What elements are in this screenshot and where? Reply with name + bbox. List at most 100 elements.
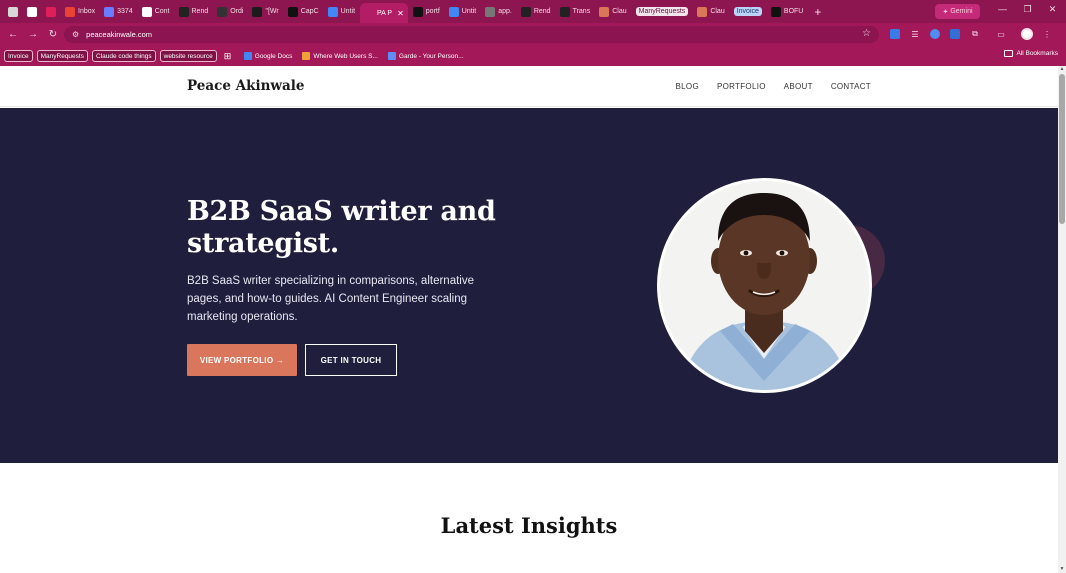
render-icon (178, 6, 189, 17)
claude-icon (599, 6, 610, 17)
browser-tab[interactable] (4, 3, 22, 20)
new-tab-icon[interactable]: + (808, 5, 827, 19)
profile-photo (657, 178, 872, 393)
hero-title: B2B SaaS writer and strategist. (187, 196, 496, 259)
minimize-icon[interactable]: — (990, 4, 1015, 15)
tab-label: Untit (461, 8, 477, 15)
latest-insights-section: Latest Insights (0, 463, 1058, 573)
back-icon[interactable]: ← (3, 29, 23, 40)
site-settings-icon[interactable]: ⚙ (72, 30, 79, 39)
browser-tab[interactable]: Untit (445, 3, 480, 20)
browser-tab[interactable]: portf (409, 3, 444, 20)
google-docs-icon (243, 52, 252, 60)
get-in-touch-button[interactable]: GET IN TOUCH (305, 344, 397, 376)
section-title: Latest Insights (440, 513, 618, 538)
browser-tab[interactable]: Trans (556, 3, 595, 20)
garde-icon (387, 52, 396, 60)
bookmark-item[interactable]: Claude code things (91, 50, 156, 62)
browser-tab[interactable]: ManyRequests (632, 3, 693, 20)
profile-avatar[interactable] (1020, 27, 1034, 41)
nav-portfolio[interactable]: PORTFOLIO (717, 82, 766, 91)
list-icon[interactable]: ☰ (908, 27, 922, 41)
nav-contact[interactable]: CONTACT (831, 82, 871, 91)
tab-label: Clau (710, 8, 725, 15)
scrollbar-thumb[interactable] (1059, 74, 1065, 224)
hero-subtitle: B2B SaaS writer specializing in comparis… (187, 275, 474, 323)
browser-tab[interactable]: Invoice (730, 3, 766, 20)
slack-icon (46, 6, 56, 17)
wave-icon (104, 6, 115, 17)
address-bar[interactable]: ⚙ peaceakinwale.com ☆ (64, 26, 879, 43)
bookmark-item[interactable]: Garde - Your Person... (385, 50, 467, 62)
menu-kebab-icon[interactable]: ⋮ (1040, 27, 1054, 41)
browser-tab[interactable]: Cont (138, 3, 174, 20)
claude-icon (697, 6, 708, 17)
all-bookmarks[interactable]: All Bookmarks (1004, 50, 1058, 57)
render-icon (520, 6, 531, 17)
browser-tab[interactable] (42, 3, 60, 20)
nav-blog[interactable]: BLOG (676, 82, 699, 91)
site-brand[interactable]: Peace Akinwale (187, 78, 305, 94)
bookmark-icon (302, 52, 311, 60)
bookmark-item[interactable]: Where Web Users S... (299, 50, 381, 62)
site-header: Peace Akinwale BLOG PORTFOLIO ABOUT CONT… (0, 66, 1058, 107)
tab-label: Inbox (78, 8, 96, 15)
browser-tab[interactable] (23, 3, 41, 20)
browser-tab[interactable]: Clau (693, 3, 728, 20)
circle-icon (217, 6, 228, 17)
bookmark-item[interactable]: ⊞ (221, 50, 237, 62)
tab-label: Ordi (230, 8, 244, 15)
close-window-icon[interactable]: ✕ (1040, 4, 1065, 15)
dot-icon (559, 6, 570, 17)
bookmark-item[interactable]: website resource (159, 50, 217, 62)
gmail-icon (65, 6, 75, 17)
close-tab-icon[interactable]: ✕ (397, 9, 404, 18)
bookmark-star-icon[interactable]: ☆ (862, 28, 871, 39)
view-portfolio-button[interactable]: VIEW PORTFOLIO → (187, 344, 297, 376)
hero-section: B2B SaaS writer and strategist. B2B SaaS… (0, 108, 1058, 463)
browser-tab[interactable]: "[Wr (248, 3, 282, 20)
nav-about[interactable]: ABOUT (784, 82, 813, 91)
tab-label: "[Wr (265, 8, 279, 15)
gemini-button[interactable]: ✦ Gemini (935, 4, 980, 19)
browser-tab[interactable]: BOFU (767, 3, 807, 20)
sidepanel-icon[interactable]: ▭ (994, 27, 1008, 41)
globe-icon (485, 6, 496, 17)
extension-icon-1[interactable] (888, 27, 902, 41)
tab-label: Cont (154, 8, 170, 15)
tab-label: Rend (191, 8, 209, 15)
browser-tab[interactable]: Clau (595, 3, 630, 20)
extension-icon-3[interactable] (948, 27, 962, 41)
browser-tab[interactable]: PA P ✕ (360, 3, 408, 23)
bookmarks-bar: Invoice ManyRequests Claude code things web… (0, 46, 1066, 66)
browser-tab[interactable]: Ordi (213, 3, 247, 20)
browser-tab[interactable]: app. (481, 3, 516, 20)
window-controls: — ❐ ✕ (990, 4, 1065, 15)
reload-icon[interactable]: ↻ (43, 29, 63, 40)
scroll-down-icon[interactable]: ▼ (1058, 566, 1066, 573)
tab-label: app. (498, 8, 512, 15)
scroll-up-icon[interactable]: ▲ (1058, 66, 1066, 73)
puzzle-icon[interactable]: ⧉ (968, 27, 982, 41)
browser-tab[interactable]: Untit (324, 3, 359, 20)
browser-toolbar: ← → ↻ ⚙ peaceakinwale.com ☆ ☰ ⧉ ▭ ⋮ (0, 23, 1066, 46)
bookmark-label: Garde - Your Person... (398, 52, 464, 60)
bookmark-item[interactable]: ManyRequests (36, 50, 88, 62)
forward-icon[interactable]: → (23, 29, 43, 40)
browser-tab[interactable]: Inbox (61, 3, 99, 20)
notion-icon (141, 6, 152, 17)
page-scrollbar[interactable]: ▲ ▼ (1058, 66, 1066, 573)
pa-icon (364, 8, 375, 18)
browser-tab[interactable]: Rend (175, 3, 213, 20)
chatgpt-icon (27, 6, 37, 17)
restore-icon[interactable]: ❐ (1015, 4, 1040, 15)
tab-label: Untit (340, 8, 356, 15)
browser-tab[interactable]: 3374 (100, 3, 137, 20)
bookmark-item[interactable]: Google Docs (241, 50, 296, 62)
tab-label: Clau (612, 8, 627, 15)
bookmark-item[interactable]: Invoice (4, 50, 33, 62)
browser-tab[interactable]: Rend (517, 3, 555, 20)
browser-tab[interactable]: CapC (284, 3, 323, 20)
tab-label: Invoice (733, 7, 762, 16)
extension-icon-2[interactable] (928, 27, 942, 41)
